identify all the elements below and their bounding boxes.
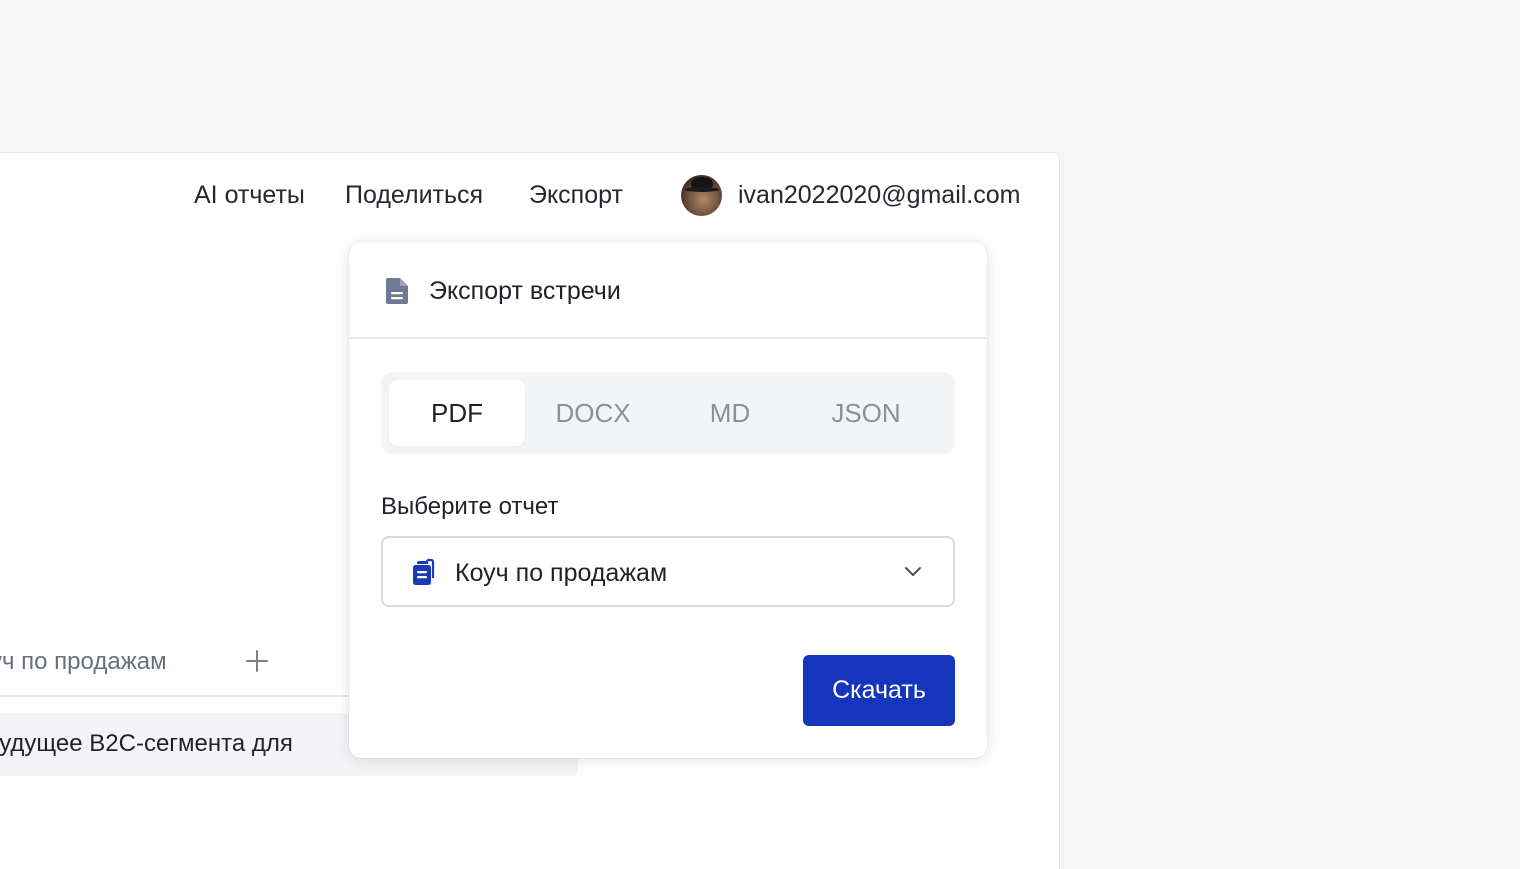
format-tab-pdf[interactable]: PDF <box>389 380 525 446</box>
report-select-label: Выберите отчет <box>381 493 559 520</box>
user-avatar[interactable] <box>681 175 722 216</box>
report-tab-sales-coach[interactable]: уч по продажам <box>0 647 167 677</box>
chevron-down-icon <box>905 567 921 576</box>
plus-icon[interactable] <box>245 649 269 673</box>
popover-header: Экспорт встречи <box>349 242 987 339</box>
top-navigation: AI отчеты Поделиться Экспорт ivan2022020… <box>0 153 1059 239</box>
avatar-hat-brim <box>685 187 719 192</box>
clipboard-icon <box>413 558 435 585</box>
meeting-title: будущее B2C-сегмента для <box>0 730 293 757</box>
user-email[interactable]: ivan2022020@gmail.com <box>738 180 1020 210</box>
format-tabs: PDF DOCX MD JSON <box>381 372 955 454</box>
format-tab-json[interactable]: JSON <box>798 380 934 446</box>
report-select[interactable]: Коуч по продажам <box>381 536 955 607</box>
popover-title: Экспорт встречи <box>429 277 621 305</box>
format-tab-md[interactable]: MD <box>662 380 798 446</box>
format-tab-docx[interactable]: DOCX <box>525 380 661 446</box>
nav-ai-reports-link[interactable]: AI отчеты <box>194 180 305 210</box>
export-meeting-popover: Экспорт встречи PDF DOCX MD JSON Выберит… <box>349 242 987 758</box>
selected-report-value: Коуч по продажам <box>455 559 668 587</box>
tabs-divider <box>0 695 400 697</box>
nav-export-link[interactable]: Экспорт <box>529 180 623 210</box>
nav-share-link[interactable]: Поделиться <box>345 180 483 210</box>
document-icon <box>386 278 408 304</box>
download-button[interactable]: Скачать <box>803 655 955 726</box>
